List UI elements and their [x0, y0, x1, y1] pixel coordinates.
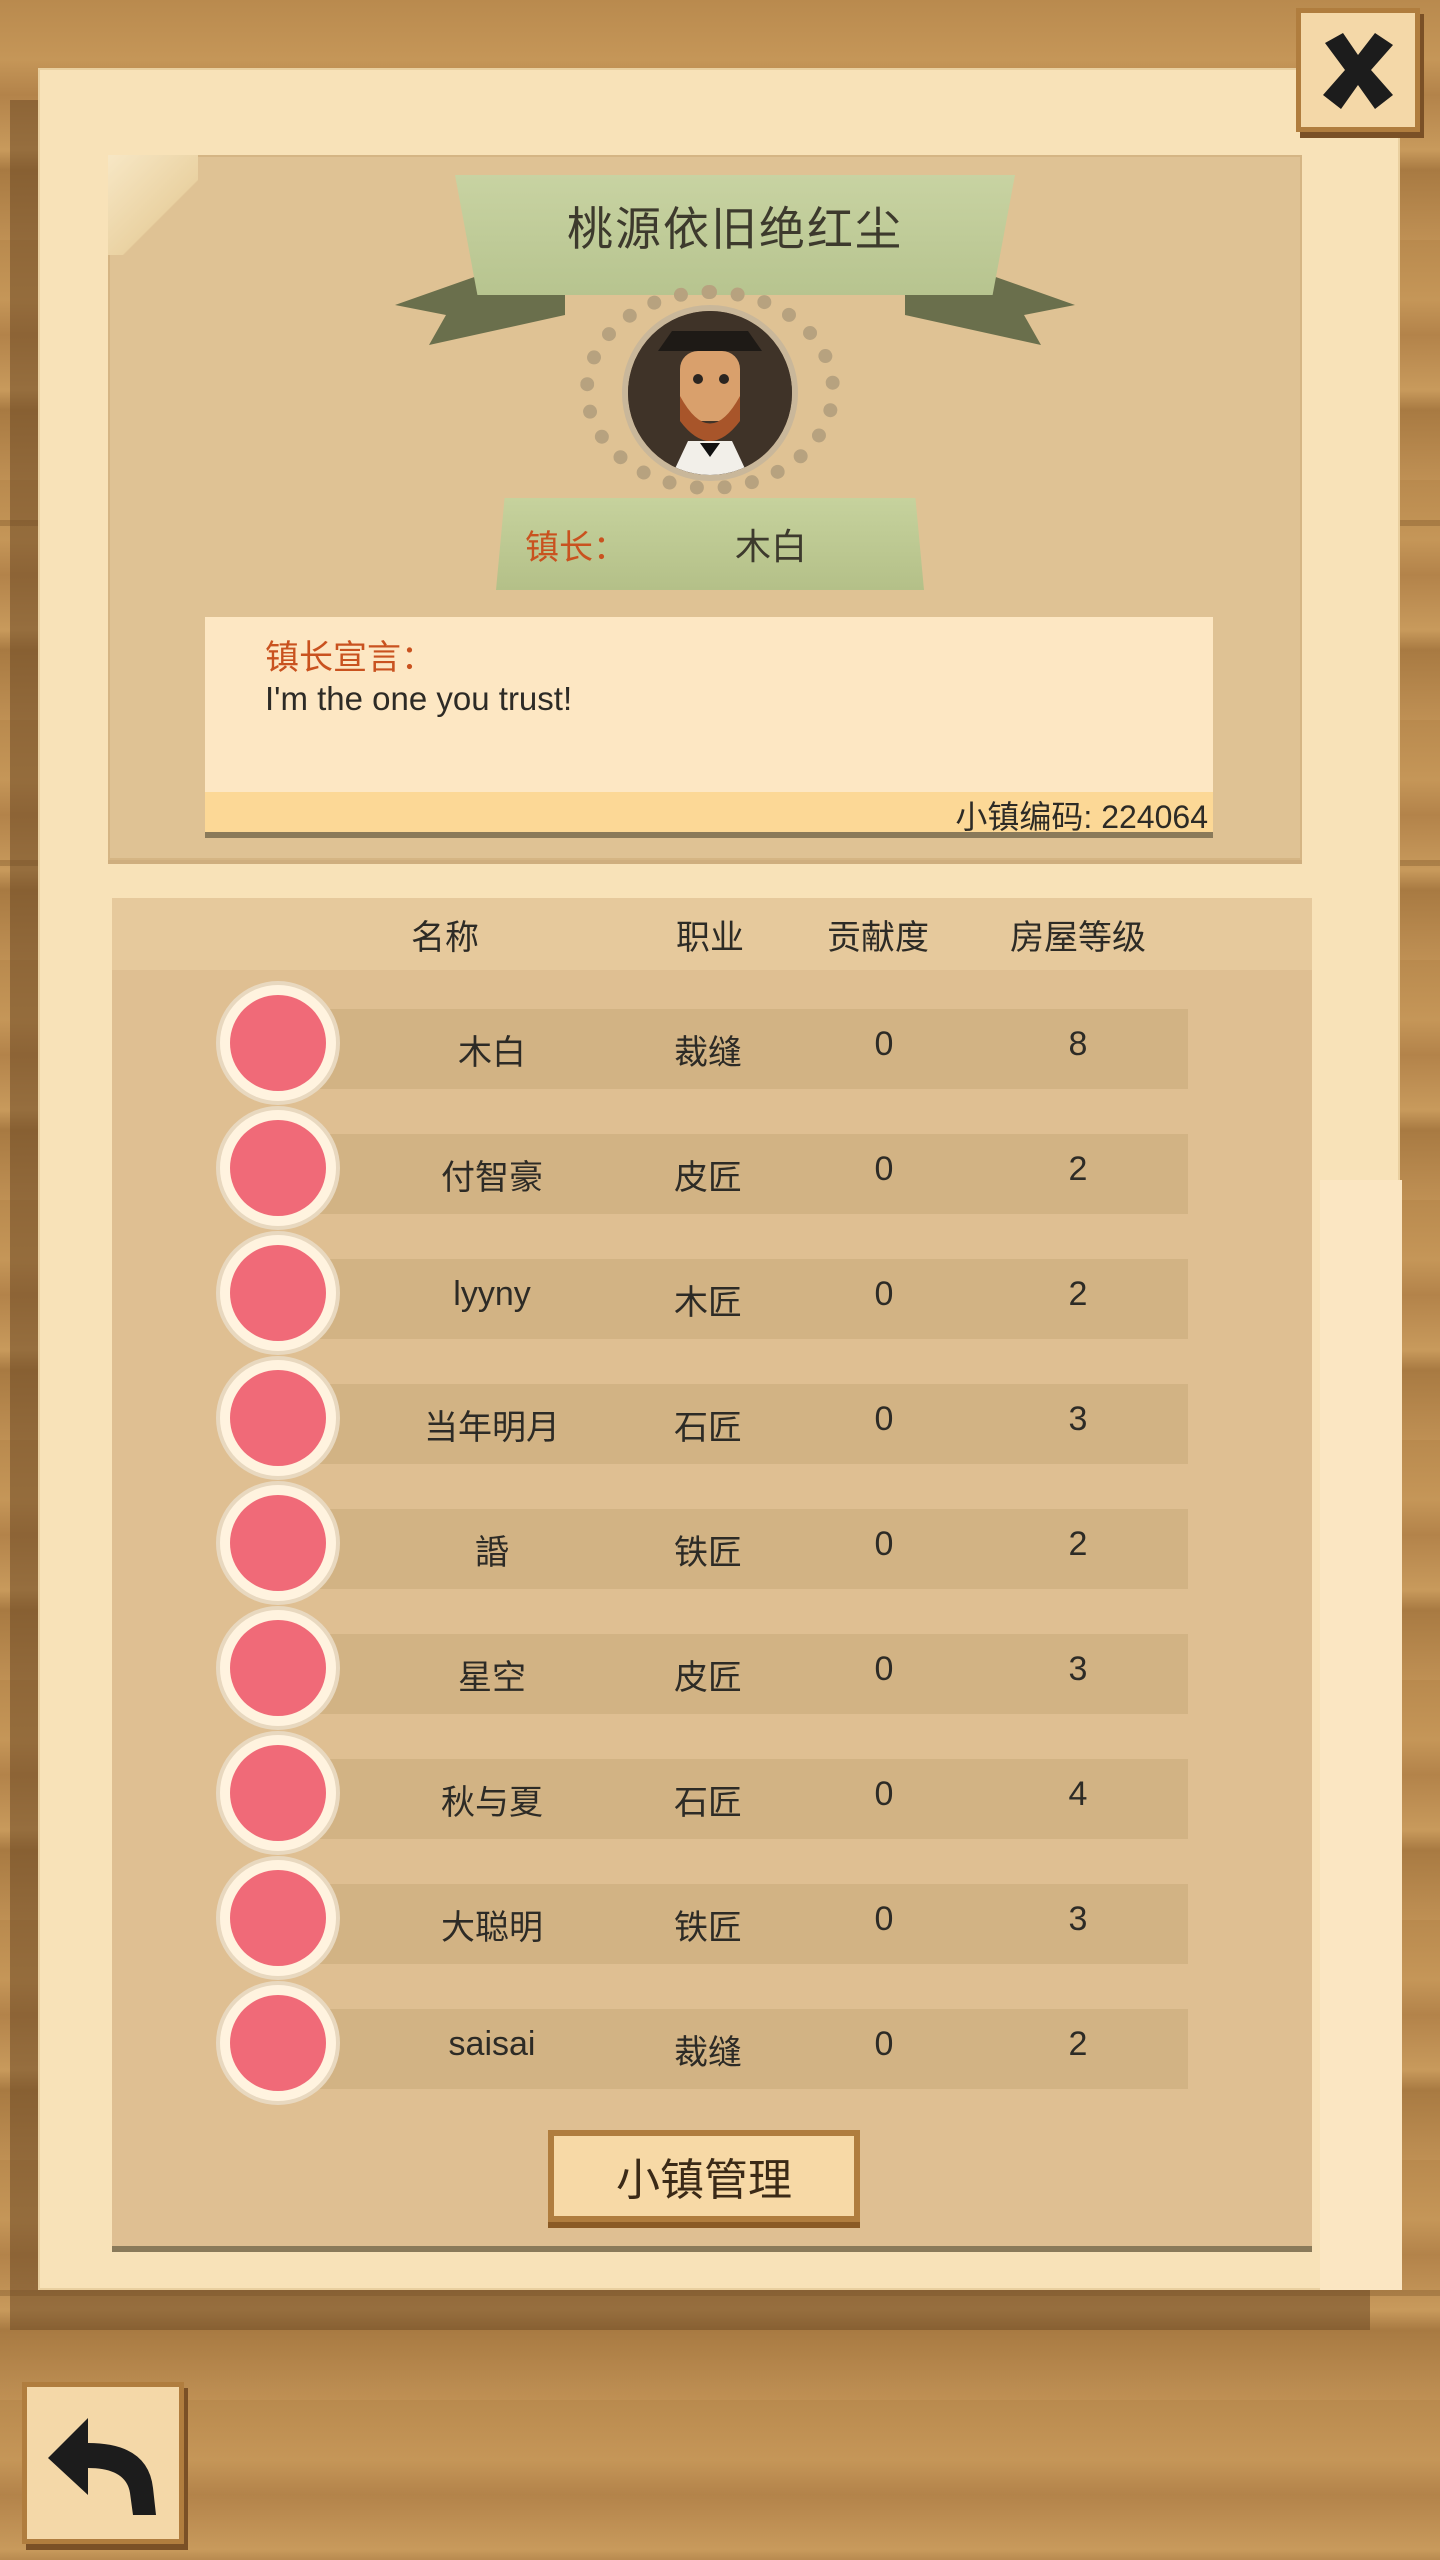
member-row[interactable]: 諙 铁匠 0 2: [0, 1485, 1440, 1605]
member-row[interactable]: 付智豪 皮匠 0 2: [0, 1110, 1440, 1230]
member-avatar[interactable]: [220, 1485, 336, 1601]
member-name: 当年明月: [424, 1408, 560, 1448]
member-portrait-icon: [230, 1120, 326, 1216]
member-job: 石匠: [674, 1783, 742, 1823]
member-portrait-icon: [230, 1495, 326, 1591]
member-house-level: 2: [1068, 1150, 1088, 1188]
member-contribution: 0: [874, 1400, 894, 1438]
member-portrait-icon: [230, 1370, 326, 1466]
close-button[interactable]: [1296, 8, 1420, 132]
member-job: 木匠: [674, 1283, 742, 1323]
member-row-bar: [300, 2009, 1188, 2089]
mayor-portrait-icon: [628, 311, 792, 475]
member-row[interactable]: 当年明月 石匠 0 3: [0, 1360, 1440, 1480]
mayor-avatar[interactable]: [622, 305, 798, 481]
member-contribution: 0: [874, 1650, 894, 1688]
member-contribution: 0: [874, 1275, 894, 1313]
member-row[interactable]: 星空 皮匠 0 3: [0, 1610, 1440, 1730]
back-arrow-icon: [48, 2418, 156, 2515]
member-row-bar: [300, 1884, 1188, 1964]
member-house-level: 8: [1068, 1025, 1088, 1063]
member-job: 铁匠: [674, 1908, 742, 1948]
declaration-text: I'm the one you trust!: [265, 680, 573, 717]
member-avatar[interactable]: [220, 1735, 336, 1851]
member-row-bar: [300, 1509, 1188, 1589]
member-avatar[interactable]: [220, 1235, 336, 1351]
member-house-level: 2: [1068, 1275, 1088, 1313]
member-contribution: 0: [874, 1150, 894, 1188]
member-job: 铁匠: [674, 1533, 742, 1573]
member-name: 木白: [458, 1033, 526, 1073]
paper-fold: [108, 155, 198, 255]
member-row[interactable]: 木白 裁缝 0 8: [0, 985, 1440, 1105]
member-job: 皮匠: [674, 1158, 742, 1198]
member-name: 星空: [458, 1658, 526, 1698]
member-house-level: 3: [1068, 1400, 1088, 1438]
member-row[interactable]: 大聪明 铁匠 0 3: [0, 1860, 1440, 1980]
member-row[interactable]: 秋与夏 石匠 0 4: [0, 1735, 1440, 1855]
member-row-bar: [300, 1634, 1188, 1714]
declaration-label: 镇长宣言：: [265, 638, 435, 678]
member-contribution: 0: [874, 1525, 894, 1563]
member-house-level: 2: [1068, 2025, 1088, 2063]
member-portrait-icon: [230, 1870, 326, 1966]
member-portrait-icon: [230, 1745, 326, 1841]
col-header-house-level: 房屋等级: [1010, 918, 1146, 958]
member-job: 裁缝: [674, 1033, 742, 1073]
member-name: 秋与夏: [441, 1783, 543, 1823]
member-row[interactable]: lyyny 木匠 0 2: [0, 1235, 1440, 1355]
member-name: lyyny: [453, 1275, 531, 1313]
close-x-icon: [1323, 33, 1393, 109]
member-name: 大聪明: [441, 1908, 543, 1948]
back-button[interactable]: [22, 2382, 184, 2544]
member-portrait-icon: [230, 1620, 326, 1716]
member-house-level: 2: [1068, 1525, 1088, 1563]
mayor-label: 镇长：: [525, 528, 627, 568]
member-avatar[interactable]: [220, 1110, 336, 1226]
member-row-bar: [300, 1759, 1188, 1839]
member-portrait-icon: [230, 1995, 326, 2091]
member-name: 諙: [475, 1533, 509, 1573]
member-job: 石匠: [674, 1408, 742, 1448]
member-name: 付智豪: [441, 1158, 543, 1198]
col-header-contribution: 贡献度: [827, 918, 929, 958]
member-avatar[interactable]: [220, 1985, 336, 2101]
member-name: saisai: [448, 2025, 536, 2063]
member-row-bar: [300, 1134, 1188, 1214]
member-row[interactable]: saisai 裁缝 0 2: [0, 1985, 1440, 2105]
town-manage-label: 小镇管理: [616, 2155, 792, 2206]
member-job: 皮匠: [674, 1658, 742, 1698]
col-header-job: 职业: [676, 918, 744, 958]
member-house-level: 3: [1068, 1650, 1088, 1688]
member-avatar[interactable]: [220, 1860, 336, 1976]
member-avatar[interactable]: [220, 1610, 336, 1726]
member-portrait-icon: [230, 1245, 326, 1341]
member-avatar[interactable]: [220, 985, 336, 1101]
member-job: 裁缝: [674, 2033, 742, 2073]
member-contribution: 0: [874, 2025, 894, 2063]
member-avatar[interactable]: [220, 1360, 336, 1476]
mayor-name: 木白: [735, 527, 808, 568]
member-row-bar: [300, 1009, 1188, 1089]
town-manage-button[interactable]: 小镇管理: [548, 2130, 860, 2222]
member-contribution: 0: [874, 1900, 894, 1938]
town-code: 小镇编码: 224064: [955, 799, 1208, 835]
town-name-banner: 桃源依旧绝红尘: [455, 175, 1015, 295]
member-row-bar: [300, 1259, 1188, 1339]
col-header-name: 名称: [411, 918, 479, 958]
town-name: 桃源依旧绝红尘: [567, 202, 903, 256]
member-contribution: 0: [874, 1025, 894, 1063]
member-contribution: 0: [874, 1775, 894, 1813]
member-house-level: 4: [1068, 1775, 1088, 1813]
member-house-level: 3: [1068, 1900, 1088, 1938]
member-portrait-icon: [230, 995, 326, 1091]
